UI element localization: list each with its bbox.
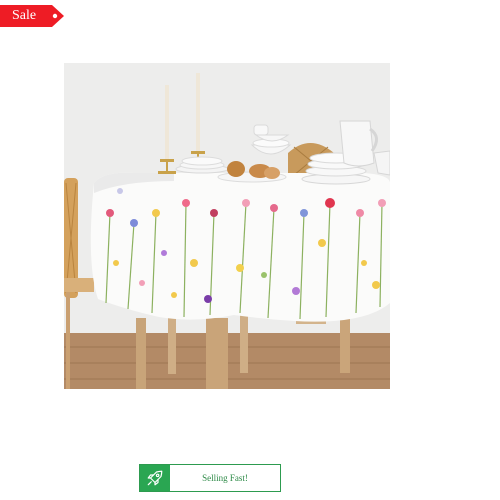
product-image[interactable] — [64, 63, 390, 389]
rocket-icon — [140, 465, 170, 491]
sale-badge-label: Sale — [12, 8, 37, 23]
tablecloth-photo — [64, 63, 390, 389]
sale-badge: Sale — [0, 5, 66, 27]
selling-fast-badge: Selling Fast! — [139, 464, 281, 492]
selling-fast-label: Selling Fast! — [202, 473, 248, 483]
